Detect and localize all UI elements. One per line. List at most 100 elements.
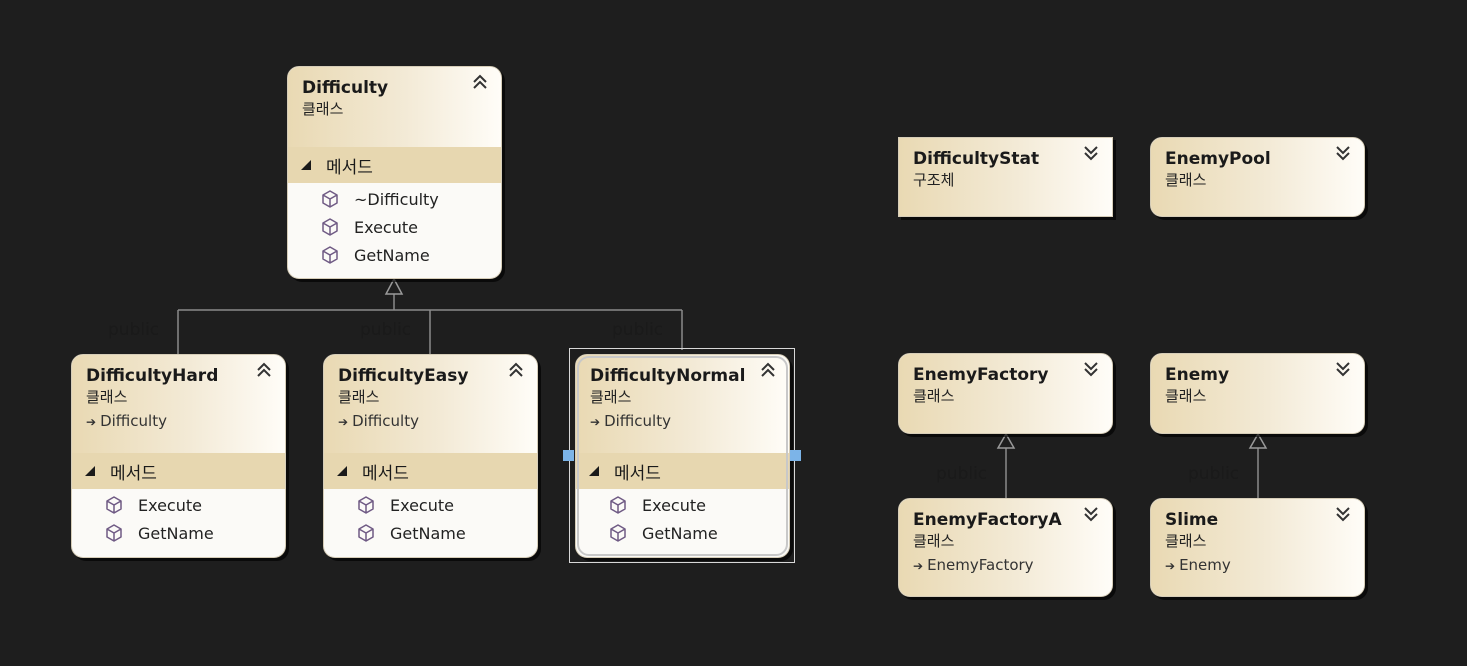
class-kind: 클래스 bbox=[913, 387, 955, 405]
base-class-name: EnemyFactory bbox=[927, 556, 1034, 574]
member-row[interactable]: ~Difficulty bbox=[288, 185, 501, 213]
inherit-label-factory-a: public bbox=[936, 464, 988, 484]
class-shape-difficulty[interactable]: Difficulty 클래스 메서드 ~Difficulty Execute G… bbox=[287, 66, 502, 279]
member-name: ~Difficulty bbox=[354, 189, 439, 209]
class-header[interactable]: Slime 클래스 ➔ Enemy bbox=[1151, 499, 1364, 596]
methods-section-header[interactable]: 메서드 bbox=[72, 453, 285, 489]
double-chevron-up-icon[interactable] bbox=[507, 361, 525, 379]
method-cube-icon bbox=[358, 496, 374, 514]
method-cube-icon bbox=[106, 496, 122, 514]
section-label: 메서드 bbox=[326, 157, 373, 178]
resize-handle-left[interactable] bbox=[563, 450, 574, 461]
member-row[interactable]: GetName bbox=[288, 241, 501, 269]
method-cube-icon bbox=[106, 524, 122, 542]
inherit-arrowhead-enemy bbox=[1248, 432, 1268, 449]
class-shape-enemy-pool[interactable]: EnemyPool 클래스 bbox=[1150, 137, 1365, 217]
member-name: GetName bbox=[138, 523, 214, 543]
base-class-name: Difficulty bbox=[100, 412, 167, 430]
member-row[interactable]: Execute bbox=[324, 491, 537, 519]
class-header[interactable]: Enemy 클래스 bbox=[1151, 354, 1364, 433]
member-list: ~Difficulty Execute GetName bbox=[288, 183, 501, 269]
class-kind: 클래스 bbox=[913, 532, 955, 550]
class-header[interactable]: DifficultyEasy 클래스 ➔ Difficulty bbox=[324, 355, 537, 453]
member-name: Execute bbox=[354, 217, 418, 237]
inherit-arrow-icon: ➔ bbox=[86, 415, 97, 429]
class-header[interactable]: EnemyPool 클래스 bbox=[1151, 138, 1364, 216]
member-name: Execute bbox=[390, 495, 454, 515]
double-chevron-down-icon[interactable] bbox=[1082, 360, 1100, 378]
inherit-arrow-icon: ➔ bbox=[913, 559, 924, 573]
double-chevron-down-icon[interactable] bbox=[1334, 360, 1352, 378]
inherit-arrowhead-difficulty bbox=[384, 277, 404, 295]
selection-outline bbox=[577, 356, 788, 556]
section-triangle-icon[interactable] bbox=[300, 159, 312, 171]
class-shape-difficulty-hard[interactable]: DifficultyHard 클래스 ➔ Difficulty 메서드 Execu… bbox=[71, 354, 286, 558]
methods-section-header[interactable]: 메서드 bbox=[324, 453, 537, 489]
double-chevron-up-icon[interactable] bbox=[471, 73, 489, 91]
class-shape-enemy-factory-a[interactable]: EnemyFactoryA 클래스 ➔ EnemyFactory bbox=[898, 498, 1113, 597]
member-row[interactable]: GetName bbox=[72, 519, 285, 547]
inherit-label-normal: public bbox=[612, 320, 664, 340]
section-triangle-icon[interactable] bbox=[84, 465, 96, 477]
member-row[interactable]: Execute bbox=[72, 491, 285, 519]
class-kind: 클래스 bbox=[1165, 171, 1207, 189]
member-name: Execute bbox=[138, 495, 202, 515]
class-shape-enemy[interactable]: Enemy 클래스 bbox=[1150, 353, 1365, 434]
class-header[interactable]: DifficultyHard 클래스 ➔ Difficulty bbox=[72, 355, 285, 453]
double-chevron-down-icon[interactable] bbox=[1334, 505, 1352, 523]
class-name: DifficultyStat bbox=[913, 149, 1040, 169]
double-chevron-down-icon[interactable] bbox=[1082, 144, 1100, 162]
section-label: 메서드 bbox=[362, 463, 409, 484]
method-cube-icon bbox=[358, 524, 374, 542]
class-header[interactable]: EnemyFactory 클래스 bbox=[899, 354, 1112, 433]
class-shape-difficulty-easy[interactable]: DifficultyEasy 클래스 ➔ Difficulty 메서드 Execu… bbox=[323, 354, 538, 558]
section-triangle-icon[interactable] bbox=[336, 465, 348, 477]
inherit-arrow-icon: ➔ bbox=[338, 415, 349, 429]
methods-section-header[interactable]: 메서드 bbox=[288, 147, 501, 183]
member-row[interactable]: Execute bbox=[288, 213, 501, 241]
class-header[interactable]: EnemyFactoryA 클래스 ➔ EnemyFactory bbox=[899, 499, 1112, 596]
base-class: ➔ Enemy bbox=[1165, 552, 1350, 579]
class-header[interactable]: DifficultyStat 구조체 bbox=[899, 138, 1112, 216]
inherit-label-easy: public bbox=[360, 320, 412, 340]
class-name: Difficulty bbox=[302, 78, 389, 98]
class-shape-enemy-factory[interactable]: EnemyFactory 클래스 bbox=[898, 353, 1113, 434]
method-cube-icon bbox=[322, 218, 338, 236]
inherit-label-hard: public bbox=[108, 320, 160, 340]
class-shape-slime[interactable]: Slime 클래스 ➔ Enemy bbox=[1150, 498, 1365, 597]
class-header[interactable]: Difficulty 클래스 bbox=[288, 67, 501, 147]
base-class-name: Enemy bbox=[1179, 556, 1231, 574]
double-chevron-up-icon[interactable] bbox=[255, 361, 273, 379]
class-name: DifficultyEasy bbox=[338, 366, 469, 386]
base-class: ➔ EnemyFactory bbox=[913, 552, 1098, 579]
base-class: ➔ Difficulty bbox=[86, 408, 271, 435]
class-kind: 구조체 bbox=[913, 171, 955, 189]
method-cube-icon bbox=[322, 190, 338, 208]
member-list: Execute GetName bbox=[324, 489, 537, 547]
resize-handle-right[interactable] bbox=[790, 450, 801, 461]
double-chevron-down-icon[interactable] bbox=[1082, 505, 1100, 523]
class-name: Enemy bbox=[1165, 365, 1230, 385]
class-kind: 클래스 bbox=[1165, 532, 1207, 550]
member-name: GetName bbox=[354, 245, 430, 265]
inherit-arrow-icon: ➔ bbox=[1165, 559, 1176, 573]
class-kind: 클래스 bbox=[1165, 387, 1207, 405]
section-label: 메서드 bbox=[110, 463, 157, 484]
member-name: GetName bbox=[390, 523, 466, 543]
class-name: DifficultyHard bbox=[86, 366, 219, 386]
inherit-arrowhead-enemy-factory bbox=[996, 432, 1016, 449]
member-list: Execute GetName bbox=[72, 489, 285, 547]
double-chevron-down-icon[interactable] bbox=[1334, 144, 1352, 162]
method-cube-icon bbox=[322, 246, 338, 264]
class-kind: 클래스 bbox=[86, 388, 128, 406]
inherit-label-slime: public bbox=[1188, 464, 1240, 484]
class-name: EnemyFactoryA bbox=[913, 510, 1062, 530]
base-class-name: Difficulty bbox=[352, 412, 419, 430]
class-name: EnemyFactory bbox=[913, 365, 1049, 385]
member-row[interactable]: GetName bbox=[324, 519, 537, 547]
class-kind: 클래스 bbox=[338, 388, 380, 406]
base-class: ➔ Difficulty bbox=[338, 408, 523, 435]
class-name: EnemyPool bbox=[1165, 149, 1271, 169]
struct-shape-difficulty-stat[interactable]: DifficultyStat 구조체 bbox=[898, 137, 1113, 217]
class-kind: 클래스 bbox=[302, 100, 344, 118]
